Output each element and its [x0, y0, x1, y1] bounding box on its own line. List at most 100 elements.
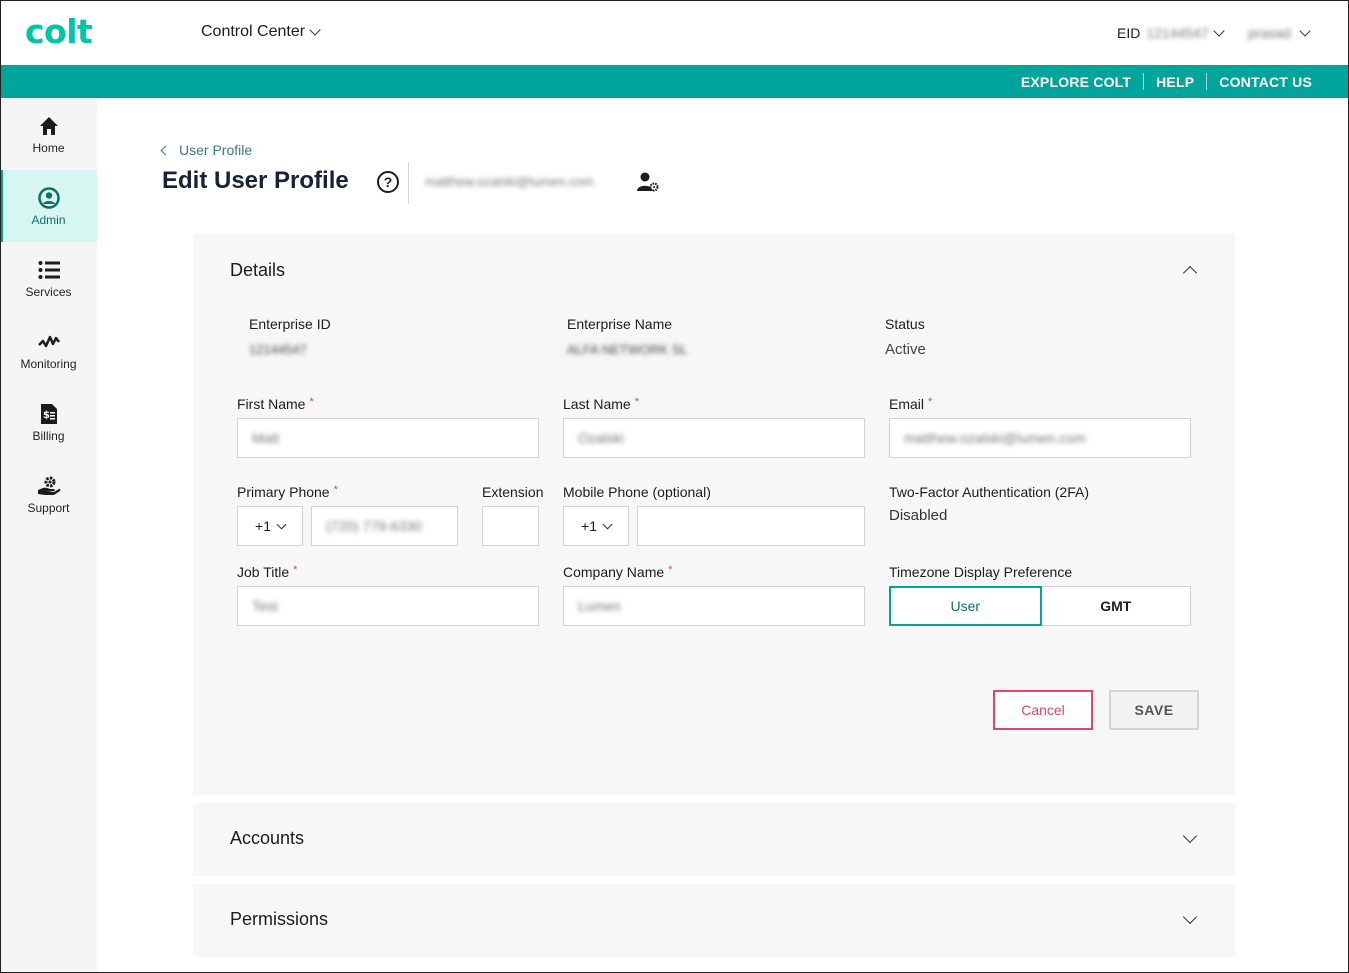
sidebar-item-label: Home [32, 140, 65, 155]
email-label-text: Email [889, 396, 925, 412]
sidebar: Home Admin Services Monitoring $ Billing… [0, 98, 97, 973]
pulse-icon [37, 330, 61, 354]
user-menu-dropdown[interactable]: prasad [1248, 24, 1311, 41]
primary-phone-country-code-select[interactable]: +1 [237, 506, 303, 546]
divider [408, 162, 409, 204]
first-name-label: First Name * [237, 396, 314, 412]
chevron-down-icon [602, 519, 613, 529]
contact-us-link[interactable]: CONTACT US [1207, 74, 1324, 90]
twofa-label: Two-Factor Authentication (2FA) [889, 484, 1089, 500]
timezone-toggle: User GMT [889, 586, 1191, 626]
app-switcher-dropdown[interactable]: Control Center [201, 23, 321, 41]
chevron-down-icon [309, 23, 321, 36]
status-label: Status [885, 316, 925, 332]
explore-colt-link[interactable]: EXPLORE COLT [1009, 74, 1143, 90]
chevron-down-icon [1212, 24, 1225, 37]
email-input[interactable]: matthew.ozalski@lumen.com [889, 418, 1191, 458]
eid-label: EID [1117, 25, 1141, 41]
profile-email: matthew.ozalski@lumen.com [425, 174, 594, 189]
sidebar-item-home[interactable]: Home [0, 98, 97, 170]
sidebar-item-support[interactable]: Support [0, 458, 97, 530]
company-name-value: Lumen [578, 598, 621, 614]
timezone-option-user[interactable]: User [889, 586, 1042, 626]
enterprise-name-value: ALFA NETWORK SL [567, 342, 688, 357]
list-icon [37, 258, 61, 282]
required-asterisk: * [928, 396, 933, 408]
home-icon [37, 114, 61, 138]
support-icon [37, 474, 61, 498]
app-switcher-label: Control Center [201, 23, 306, 40]
required-asterisk: * [309, 396, 314, 408]
enterprise-id-value: 12144547 [249, 342, 307, 357]
primary-phone-label: Primary Phone * [237, 484, 338, 500]
job-title-input[interactable]: Test [237, 586, 539, 626]
sidebar-item-admin[interactable]: Admin [0, 170, 97, 242]
eid-dropdown[interactable]: EID 12144547 [1117, 24, 1225, 41]
page-title: Edit User Profile [162, 167, 349, 194]
enterprise-id-label: Enterprise ID [249, 316, 331, 332]
mobile-phone-input[interactable] [637, 506, 865, 546]
top-header: colt Control Center EID 12144547 prasad [0, 0, 1349, 65]
sidebar-item-label: Billing [32, 428, 65, 443]
colt-logo[interactable]: colt [25, 12, 93, 51]
chevron-down-icon[interactable] [1182, 828, 1198, 844]
chevron-up-icon[interactable] [1182, 265, 1198, 281]
company-name-input[interactable]: Lumen [563, 586, 865, 626]
timezone-option-gmt[interactable]: GMT [1041, 586, 1191, 626]
sidebar-item-label: Support [27, 500, 70, 515]
breadcrumb-back-link[interactable]: User Profile [160, 142, 253, 158]
company-name-label-text: Company Name [563, 564, 665, 580]
last-name-label-text: Last Name [563, 396, 631, 412]
accounts-panel-title: Accounts [230, 828, 305, 848]
sidebar-item-label: Admin [31, 212, 66, 227]
user-name: prasad [1248, 25, 1291, 41]
utility-nav-bar: EXPLORE COLT HELP CONTACT US [0, 65, 1349, 98]
help-icon[interactable]: ? [377, 171, 399, 193]
enterprise-name-label: Enterprise Name [567, 316, 673, 332]
country-code-value: +1 [581, 518, 597, 534]
primary-phone-input[interactable]: (720) 779-6330 [311, 506, 458, 546]
last-name-label: Last Name * [563, 396, 639, 412]
breadcrumb-label: User Profile [179, 142, 253, 158]
accounts-panel[interactable]: Accounts [193, 803, 1235, 876]
required-asterisk: * [634, 396, 639, 408]
required-asterisk: * [293, 564, 298, 576]
permissions-panel[interactable]: Permissions [193, 884, 1235, 957]
primary-phone-label-text: Primary Phone [237, 484, 330, 500]
details-panel-title: Details [230, 260, 286, 280]
permissions-panel-title: Permissions [230, 909, 329, 929]
svg-text:$: $ [43, 410, 50, 421]
job-title-label: Job Title * [237, 564, 297, 580]
save-button[interactable]: SAVE [1109, 690, 1199, 730]
help-link[interactable]: HELP [1144, 74, 1206, 90]
first-name-label-text: First Name [237, 396, 306, 412]
sidebar-item-billing[interactable]: $ Billing [0, 386, 97, 458]
chevron-down-icon [1299, 24, 1311, 37]
email-label: Email * [889, 396, 932, 412]
sidebar-item-services[interactable]: Services [0, 242, 97, 314]
timezone-label: Timezone Display Preference [889, 564, 1073, 580]
mobile-phone-label: Mobile Phone (optional) [563, 484, 711, 500]
user-circle-icon [37, 186, 61, 210]
country-code-value: +1 [255, 518, 271, 534]
first-name-value: Matt [252, 430, 280, 446]
eid-value: 12144547 [1146, 25, 1209, 41]
twofa-value: Disabled [889, 507, 948, 524]
last-name-input[interactable]: Ozalski [563, 418, 865, 458]
sidebar-item-monitoring[interactable]: Monitoring [0, 314, 97, 386]
chevron-left-icon [160, 145, 171, 155]
job-title-label-text: Job Title [237, 564, 290, 580]
required-asterisk: * [333, 484, 338, 496]
chevron-down-icon[interactable] [1182, 909, 1198, 925]
extension-input[interactable] [482, 506, 539, 546]
primary-phone-value: (720) 779-6330 [326, 518, 422, 534]
company-name-label: Company Name * [563, 564, 672, 580]
chevron-down-icon [276, 519, 287, 529]
user-settings-icon [637, 172, 659, 197]
last-name-value: Ozalski [578, 430, 624, 446]
required-asterisk: * [668, 564, 673, 576]
mobile-phone-country-code-select[interactable]: +1 [563, 506, 629, 546]
first-name-input[interactable]: Matt [237, 418, 539, 458]
cancel-button[interactable]: Cancel [993, 690, 1093, 730]
sidebar-item-label: Monitoring [20, 356, 77, 371]
